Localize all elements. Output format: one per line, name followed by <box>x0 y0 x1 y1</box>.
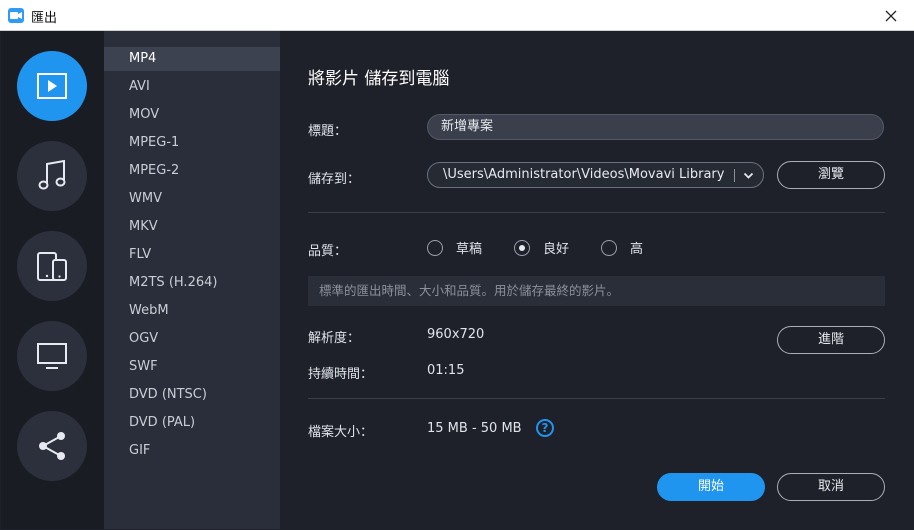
window-title: 匯出 <box>31 11 58 26</box>
format-item-mkv[interactable]: MKV <box>104 215 280 239</box>
duration-value: 01:15 <box>427 363 465 378</box>
quality-option-label: 草稿 <box>456 242 483 257</box>
quality-radio-draft[interactable]: 草稿 <box>427 238 482 257</box>
format-item-gif[interactable]: GIF <box>104 439 280 463</box>
duration-label: 持續時間： <box>308 367 374 382</box>
quality-hint: 標準的匯出時間、大小和品質。用於儲存最終的影片。 <box>308 276 885 306</box>
save-path-value: \Users\Administrator\Videos\Movavi Libra… <box>443 167 725 182</box>
quality-option-label: 高 <box>630 242 644 257</box>
filesize-label: 檔案大小： <box>308 425 374 440</box>
divider <box>308 212 885 213</box>
share-icon <box>39 432 65 460</box>
format-item-mov[interactable]: MOV <box>104 103 280 127</box>
radio-indicator <box>427 239 443 256</box>
save-path-dropdown[interactable]: \Users\Administrator\Videos\Movavi Libra… <box>427 162 764 188</box>
format-item-m2ts[interactable]: M2TS (H.264) <box>104 271 280 295</box>
category-rail <box>1 31 104 529</box>
title-bar: 匯出 <box>0 0 914 31</box>
format-item-ogv[interactable]: OGV <box>104 327 280 351</box>
resolution-value: 960x720 <box>427 327 485 342</box>
tv-category-button[interactable] <box>17 321 87 391</box>
devices-category-button[interactable] <box>17 231 87 301</box>
quality-radio-high[interactable]: 高 <box>601 238 643 257</box>
format-item-mpeg2[interactable]: MPEG-2 <box>104 159 280 183</box>
page-title: 將影片 儲存到電腦 <box>308 69 450 89</box>
divider <box>308 398 885 399</box>
dropdown-separator <box>734 169 735 182</box>
quality-label: 品質： <box>308 244 348 259</box>
format-item-mp4[interactable]: MP4 <box>104 47 280 71</box>
radio-indicator <box>601 239 617 256</box>
help-icon[interactable]: ? <box>536 419 554 437</box>
quality-option-label: 良好 <box>543 242 570 257</box>
monitor-icon <box>37 343 67 369</box>
close-icon[interactable] <box>868 0 914 31</box>
format-item-dvd-pal[interactable]: DVD (PAL) <box>104 411 280 435</box>
play-icon <box>37 73 67 99</box>
video-category-button[interactable] <box>17 51 87 121</box>
export-settings-panel: 將影片 儲存到電腦 標題： 新增專案 儲存到： \Users\Administr… <box>280 31 913 529</box>
start-button[interactable]: 開始 <box>657 473 765 501</box>
devices-icon <box>37 252 67 281</box>
chevron-down-icon <box>743 172 754 179</box>
advanced-button[interactable]: 進階 <box>777 326 885 354</box>
title-label: 標題： <box>308 124 348 139</box>
browse-button[interactable]: 瀏覽 <box>777 161 885 189</box>
resolution-label: 解析度： <box>308 331 361 346</box>
cancel-button[interactable]: 取消 <box>777 473 885 501</box>
radio-indicator <box>514 239 530 256</box>
format-item-swf[interactable]: SWF <box>104 355 280 379</box>
format-item-dvd-ntsc[interactable]: DVD (NTSC) <box>104 383 280 407</box>
format-item-webm[interactable]: WebM <box>104 299 280 323</box>
save-to-label: 儲存到： <box>308 172 361 187</box>
format-list: MP4 AVI MOV MPEG-1 MPEG-2 WMV MKV FLV M2… <box>104 31 280 529</box>
format-item-wmv[interactable]: WMV <box>104 187 280 211</box>
app-camera-icon <box>8 8 24 23</box>
share-category-button[interactable] <box>17 411 87 481</box>
music-note-icon <box>38 160 66 190</box>
format-item-flv[interactable]: FLV <box>104 243 280 267</box>
format-item-mpeg1[interactable]: MPEG-1 <box>104 131 280 155</box>
filesize-value: 15 MB - 50 MB <box>427 421 522 436</box>
title-input[interactable]: 新增專案 <box>427 114 884 140</box>
format-item-avi[interactable]: AVI <box>104 75 280 99</box>
audio-category-button[interactable] <box>17 141 87 211</box>
quality-radio-good[interactable]: 良好 <box>514 238 569 257</box>
